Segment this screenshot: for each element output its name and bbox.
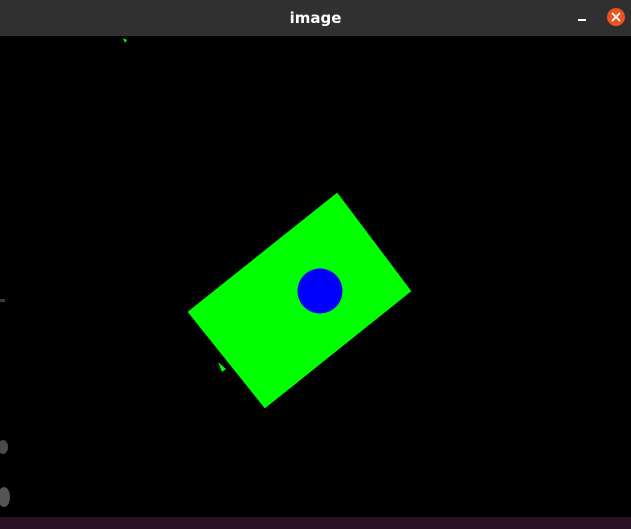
- desktop-panel-strip: [0, 517, 631, 529]
- image-content: [0, 36, 631, 517]
- minimize-icon: [578, 19, 586, 21]
- window-title: image: [289, 9, 342, 27]
- minimize-button[interactable]: [572, 9, 592, 27]
- close-icon: [607, 8, 625, 26]
- image-window: image: [0, 0, 631, 529]
- blue-circle-marker: [297, 268, 343, 314]
- image-canvas: [0, 36, 631, 517]
- title-bar[interactable]: image: [0, 0, 631, 36]
- close-button[interactable]: [607, 8, 625, 26]
- edge-artifact: [0, 299, 5, 302]
